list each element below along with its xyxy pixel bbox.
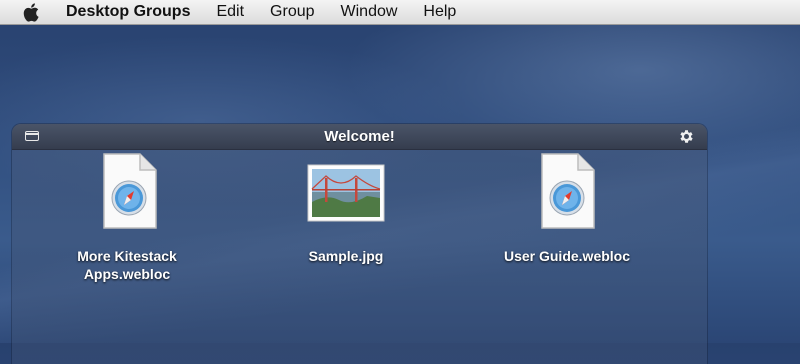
menu-window[interactable]: Window	[328, 0, 411, 24]
menu-bar: Desktop Groups Edit Group Window Help	[0, 0, 800, 25]
menu-group[interactable]: Group	[257, 0, 327, 24]
desktop-group-panel: Welcome! More Kitestack Apps.webloc Samp…	[12, 124, 707, 364]
file-item-user-guide-webloc[interactable]: User Guide.webloc	[492, 152, 642, 272]
safari-webloc-file-icon	[98, 152, 160, 237]
gear-icon[interactable]	[678, 128, 695, 145]
menu-edit[interactable]: Edit	[203, 0, 257, 24]
panel-titlebar[interactable]: Welcome!	[12, 124, 707, 150]
safari-webloc-file-icon	[536, 152, 598, 237]
image-thumbnail-icon	[307, 164, 385, 227]
menu-help[interactable]: Help	[410, 0, 469, 24]
file-label-line1: More Kitestack	[77, 248, 177, 264]
file-item-sample-jpg[interactable]: Sample.jpg	[271, 152, 421, 272]
file-item-more-kitestack-apps[interactable]: More Kitestack Apps.webloc	[52, 152, 202, 292]
file-label: Sample.jpg	[308, 248, 384, 264]
file-label: User Guide.webloc	[503, 248, 631, 264]
apple-logo-icon[interactable]	[14, 0, 48, 24]
panel-title: Welcome!	[324, 128, 395, 145]
window-collapse-icon[interactable]	[25, 131, 39, 141]
file-label-line2: Apps.webloc	[83, 266, 171, 282]
menu-app-name[interactable]: Desktop Groups	[48, 0, 203, 24]
